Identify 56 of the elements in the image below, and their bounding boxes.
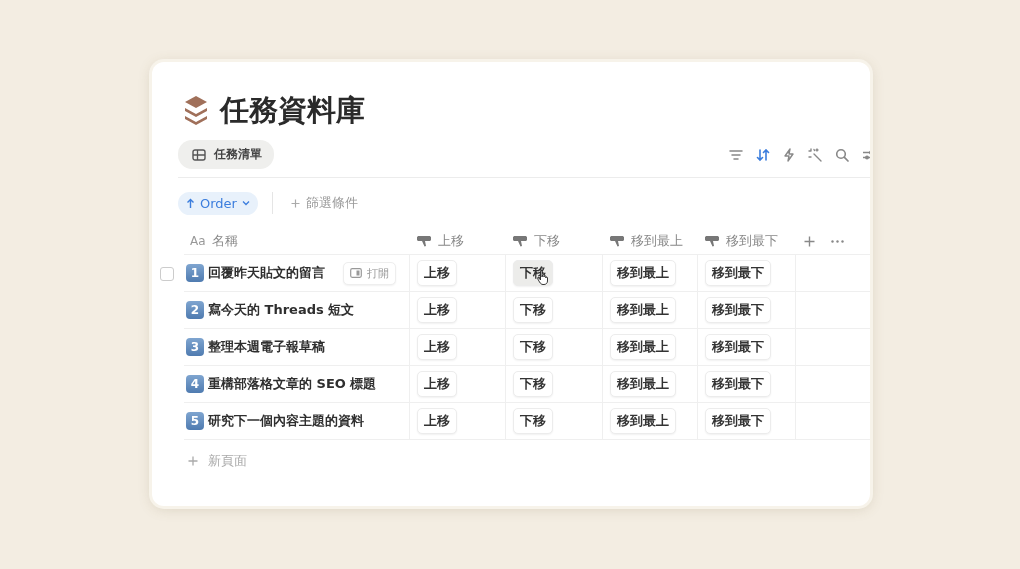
button-property-icon: [704, 235, 720, 247]
column-header[interactable]: 上移: [410, 228, 506, 254]
plus-icon: [290, 198, 300, 208]
page-title[interactable]: 研究下一個內容主題的資料: [208, 412, 364, 430]
action-button[interactable]: 下移: [513, 334, 553, 360]
chevron-down-icon: [241, 200, 250, 206]
row-checkbox[interactable]: [160, 266, 174, 281]
action-button[interactable]: 下移: [513, 371, 553, 397]
page-title[interactable]: 重構部落格文章的 SEO 標題: [208, 375, 377, 393]
button-property-icon: [609, 235, 625, 247]
more-icon[interactable]: [831, 239, 844, 243]
action-button[interactable]: 移到最下: [705, 297, 771, 323]
action-button[interactable]: 移到最下: [705, 371, 771, 397]
number-badge: 2: [186, 301, 204, 319]
arrow-up-icon: [186, 197, 195, 209]
lightning-icon[interactable]: [783, 147, 795, 162]
action-button[interactable]: 移到最下: [705, 260, 771, 286]
action-button[interactable]: 上移: [417, 260, 457, 286]
action-button[interactable]: 上移: [417, 297, 457, 323]
magic-wand-icon[interactable]: [808, 147, 822, 162]
number-badge: 3: [186, 338, 204, 356]
add-column-icon[interactable]: [804, 235, 815, 247]
view-tab[interactable]: 任務清單: [178, 140, 274, 169]
action-button[interactable]: 上移: [417, 371, 457, 397]
number-badge: 5: [186, 412, 204, 430]
action-button[interactable]: 下移: [513, 297, 553, 323]
column-header[interactable]: 移到最上: [603, 228, 698, 254]
action-button[interactable]: 移到最上: [610, 371, 676, 397]
filter-icon[interactable]: [729, 148, 743, 161]
action-button[interactable]: 移到最上: [610, 408, 676, 434]
action-button[interactable]: 移到最上: [610, 260, 676, 286]
page-title[interactable]: 回覆昨天貼文的留言: [208, 264, 325, 282]
page-title[interactable]: 整理本週電子報草稿: [208, 338, 325, 356]
action-button[interactable]: 移到最上: [610, 334, 676, 360]
page-title[interactable]: 寫今天的 Threads 短文: [208, 301, 355, 319]
stack-icon: [184, 95, 208, 125]
action-button[interactable]: 上移: [417, 408, 457, 434]
database-title: 任務資料庫: [220, 92, 365, 129]
search-icon[interactable]: [835, 147, 849, 162]
plus-icon: [188, 456, 198, 466]
number-badge: 4: [186, 375, 204, 393]
action-button[interactable]: 移到最下: [705, 334, 771, 360]
action-button[interactable]: 上移: [417, 334, 457, 360]
column-header[interactable]: 下移: [506, 228, 603, 254]
action-button[interactable]: 移到最下: [705, 408, 771, 434]
column-header[interactable]: 移到最下: [698, 228, 796, 254]
button-property-icon: [416, 235, 432, 247]
column-header[interactable]: Aa 名稱: [184, 228, 410, 254]
side-panel-icon: [350, 268, 362, 278]
number-badge: 1: [186, 264, 204, 282]
action-button[interactable]: 移到最上: [610, 297, 676, 323]
table-icon: [192, 148, 206, 161]
sort-icon[interactable]: [756, 147, 770, 162]
action-button[interactable]: 下移: [513, 408, 553, 434]
button-property-icon: [512, 235, 528, 247]
sort-chip[interactable]: Order: [178, 191, 258, 215]
